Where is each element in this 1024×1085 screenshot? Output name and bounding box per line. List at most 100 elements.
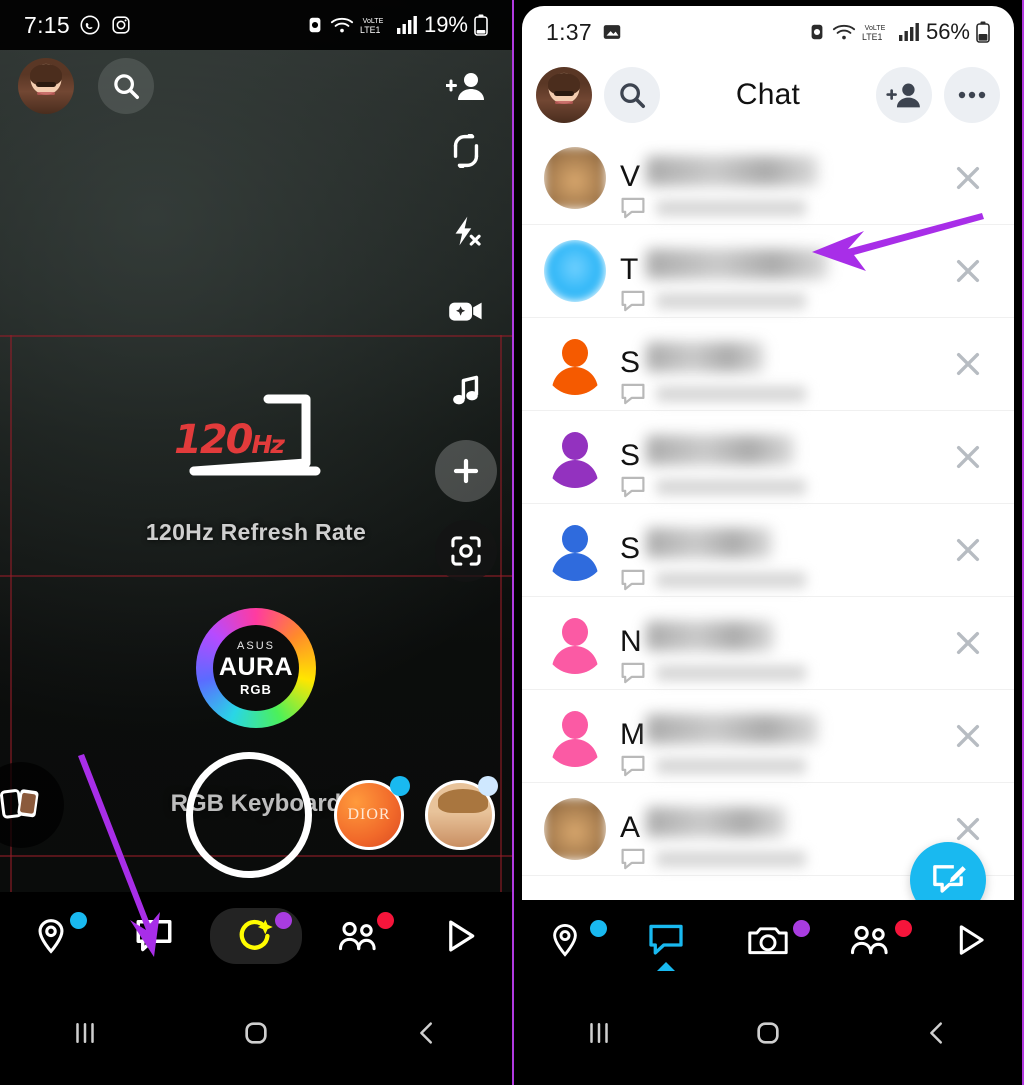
recents-button[interactable] (0, 1018, 171, 1048)
chat-status-icon (621, 569, 645, 591)
camera-tool-rail (420, 120, 512, 582)
volte-icon: VoLTELTE1 (360, 18, 384, 35)
chat-status-icon (621, 383, 645, 405)
left-phone-panel: 7:15 VoLTE LTE1 19% 120Hz 120Hz Refresh … (0, 0, 512, 1085)
battery-icon (474, 14, 488, 36)
row-status-redacted (656, 665, 806, 681)
flash-off-button[interactable] (435, 200, 497, 262)
aura-brand: ASUS (237, 639, 275, 652)
add-friend-button[interactable] (876, 67, 932, 123)
map-tab[interactable] (514, 900, 616, 980)
row-subtitle (620, 289, 806, 313)
clear-conversation-button[interactable] (922, 720, 1014, 752)
signal-icon (898, 23, 919, 41)
memories-icon (0, 789, 39, 819)
camera-icon (748, 927, 788, 955)
map-pin-icon (552, 924, 577, 957)
scan-button[interactable] (435, 520, 497, 582)
clear-conversation-button[interactable] (922, 441, 1014, 473)
map-pin-icon (38, 919, 64, 954)
chat-bubble-icon (136, 920, 172, 952)
aura-title: AURA (218, 652, 294, 681)
whatsapp-icon (80, 15, 100, 35)
chat-row[interactable]: N (522, 597, 1014, 690)
row-subtitle (620, 382, 806, 406)
row-avatar[interactable] (544, 240, 606, 302)
chat-bubble-icon (649, 924, 684, 955)
night-mode-button[interactable] (435, 280, 497, 342)
clear-conversation-button[interactable] (922, 162, 1014, 194)
add-friend-icon (446, 73, 484, 100)
close-icon (956, 166, 980, 190)
row-avatar[interactable] (544, 426, 606, 488)
spotlight-tab[interactable] (894, 900, 1022, 980)
chat-row[interactable]: S (522, 504, 1014, 597)
clear-conversation-button[interactable] (922, 348, 1014, 380)
close-icon (956, 817, 980, 841)
chat-row[interactable]: S (522, 411, 1014, 504)
spotlight-tab[interactable] (377, 892, 512, 980)
back-button[interactable] (853, 1018, 1022, 1048)
row-status-redacted (656, 479, 806, 495)
flip-camera-button[interactable] (435, 120, 497, 182)
home-icon (245, 1021, 267, 1044)
search-button[interactable] (98, 58, 154, 114)
stories-tab[interactable] (274, 892, 409, 980)
lens-badge-dot (390, 776, 410, 796)
shutter-button[interactable] (186, 752, 312, 878)
chat-tab[interactable] (69, 892, 204, 980)
clear-conversation-button[interactable] (922, 534, 1014, 566)
chat-row[interactable]: S (522, 318, 1014, 411)
home-button[interactable] (171, 1017, 342, 1049)
add-lens-button[interactable] (435, 440, 497, 502)
friends-icon (339, 921, 377, 951)
more-options-button[interactable] (944, 67, 1000, 123)
row-subtitle (620, 754, 806, 778)
app-bottom-nav (0, 892, 512, 980)
row-avatar[interactable] (544, 705, 606, 767)
status-time: 1:37 (546, 18, 592, 45)
camera-tab[interactable] (717, 900, 819, 980)
person-avatar-icon (544, 612, 606, 674)
sounds-button[interactable] (435, 360, 497, 422)
chat-row[interactable]: M (522, 690, 1014, 783)
close-icon (956, 631, 980, 655)
alarm-icon (309, 17, 321, 33)
home-button[interactable] (683, 1017, 852, 1049)
camera-tab[interactable] (205, 892, 307, 980)
row-avatar[interactable] (544, 333, 606, 395)
flip-camera-icon (453, 134, 479, 168)
row-avatar[interactable] (544, 147, 606, 209)
row-status-redacted (656, 851, 806, 867)
person-avatar-icon (544, 333, 606, 395)
profile-avatar[interactable] (18, 58, 74, 114)
row-avatar[interactable] (544, 612, 606, 674)
chat-tab[interactable] (590, 900, 718, 980)
chat-badge-dot (69, 912, 87, 929)
stories-tab[interactable] (793, 900, 921, 980)
add-friend-button[interactable] (438, 58, 494, 114)
profile-avatar[interactable] (536, 67, 592, 123)
row-name-redacted (646, 249, 828, 279)
play-icon (448, 920, 475, 952)
person-avatar-icon (544, 705, 606, 767)
row-avatar[interactable] (544, 519, 606, 581)
chat-header: Chat (522, 58, 1014, 132)
dual-phone-screenshot: 7:15 VoLTE LTE1 19% 120Hz 120Hz Refresh … (0, 0, 1024, 1085)
row-avatar[interactable] (544, 798, 606, 860)
row-name-initial: S (620, 439, 641, 472)
search-button[interactable] (604, 67, 660, 123)
clear-conversation-button[interactable] (922, 627, 1014, 659)
close-icon (956, 352, 980, 376)
memories-button[interactable] (0, 762, 64, 848)
chat-screen: 1:37 VoLTE LTE1 56% Chat V T S S S N M A (522, 6, 1014, 946)
lens-dior-label: DIOR (347, 806, 391, 823)
recents-icon (76, 1022, 95, 1043)
close-icon (956, 445, 980, 469)
add-friend-icon (886, 83, 920, 108)
recents-button[interactable] (514, 1018, 683, 1048)
map-tab[interactable] (0, 892, 102, 980)
back-button[interactable] (341, 1018, 512, 1048)
search-icon (620, 83, 645, 108)
clear-conversation-button[interactable] (922, 813, 1014, 845)
